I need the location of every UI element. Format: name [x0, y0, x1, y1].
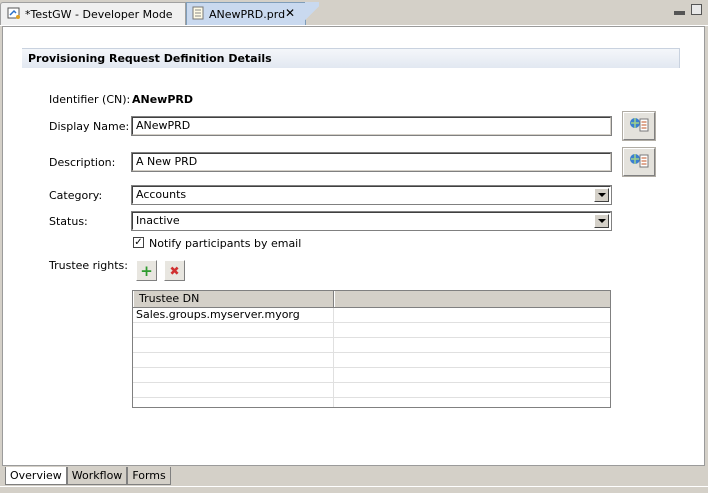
table-cell — [334, 308, 610, 322]
table-header: Trustee DN — [133, 291, 610, 308]
editor-tab-label: *TestGW - Developer Mode — [25, 7, 173, 21]
tab-overview[interactable]: Overview — [5, 467, 67, 485]
table-cell — [334, 338, 610, 352]
table-cell — [133, 338, 334, 352]
description-field[interactable]: A New PRD — [131, 152, 612, 172]
maximize-icon[interactable] — [691, 4, 702, 15]
remove-trustee-button[interactable]: ✖ — [164, 260, 185, 281]
table-cell — [334, 353, 610, 367]
table-cell — [133, 398, 334, 407]
notify-label: Notify participants by email — [149, 237, 302, 250]
category-selected-value: Accounts — [136, 188, 187, 201]
chevron-down-icon[interactable] — [594, 214, 609, 228]
close-icon[interactable]: ✕ — [285, 6, 295, 20]
column-header-blank[interactable] — [334, 291, 610, 307]
editor-tab-testgw[interactable]: *TestGW - Developer Mode — [0, 2, 186, 25]
section-header: Provisioning Request Definition Details — [22, 48, 680, 68]
editor-tab-anewprd[interactable]: ANewPRD.prd ✕ — [186, 2, 319, 25]
table-cell — [334, 323, 610, 337]
editor-tab-label: ANewPRD.prd — [209, 7, 286, 21]
description-label: Description: — [49, 156, 116, 169]
window-controls — [674, 4, 702, 15]
table-row[interactable] — [133, 368, 610, 383]
chevron-down-icon[interactable] — [594, 188, 609, 202]
remove-icon: ✖ — [169, 263, 180, 278]
display-name-field[interactable]: ANewPRD — [131, 116, 612, 136]
table-row[interactable]: Sales.groups.myserver.myorg — [133, 308, 610, 323]
localize-icon — [629, 152, 649, 173]
table-cell — [133, 353, 334, 367]
display-name-localize-button[interactable] — [622, 111, 656, 141]
category-label: Category: — [49, 189, 103, 202]
status-selected-value: Inactive — [136, 214, 180, 227]
table-cell — [334, 368, 610, 382]
localize-icon — [629, 116, 649, 137]
table-cell — [133, 383, 334, 397]
identifier-value: ANewPRD — [132, 93, 194, 106]
table-cell — [133, 323, 334, 337]
table-cell — [334, 383, 610, 397]
table-cell — [133, 368, 334, 382]
add-trustee-button[interactable]: + — [136, 260, 157, 281]
minimize-icon[interactable] — [674, 11, 685, 15]
identifier-label: Identifier (CN): — [49, 93, 131, 106]
table-row[interactable] — [133, 398, 610, 407]
column-header-trustee-dn[interactable]: Trustee DN — [133, 291, 334, 307]
notify-checkbox[interactable]: ✓ — [133, 237, 144, 248]
table-row[interactable] — [133, 353, 610, 368]
status-select[interactable]: Inactive — [131, 211, 612, 231]
table-cell — [334, 398, 610, 407]
page-tabs: Overview Workflow Forms — [5, 467, 171, 485]
status-label: Status: — [49, 215, 88, 228]
editor-tab-bar: *TestGW - Developer Mode ANewPRD.prd ✕ — [0, 0, 708, 26]
table-row[interactable] — [133, 338, 610, 353]
trustee-rights-label: Trustee rights: — [49, 259, 128, 272]
description-localize-button[interactable] — [622, 147, 656, 177]
tab-workflow[interactable]: Workflow — [66, 467, 128, 485]
table-row[interactable] — [133, 383, 610, 398]
category-select[interactable]: Accounts — [131, 185, 612, 205]
table-row[interactable] — [133, 323, 610, 338]
display-name-label: Display Name: — [49, 120, 130, 133]
trustee-table[interactable]: Trustee DN Sales.groups.myserver.myorg — [132, 290, 611, 408]
developer-mode-icon — [7, 6, 21, 23]
add-icon: + — [140, 261, 153, 280]
table-cell: Sales.groups.myserver.myorg — [133, 308, 334, 322]
document-icon — [191, 6, 205, 23]
tab-forms[interactable]: Forms — [127, 467, 171, 485]
